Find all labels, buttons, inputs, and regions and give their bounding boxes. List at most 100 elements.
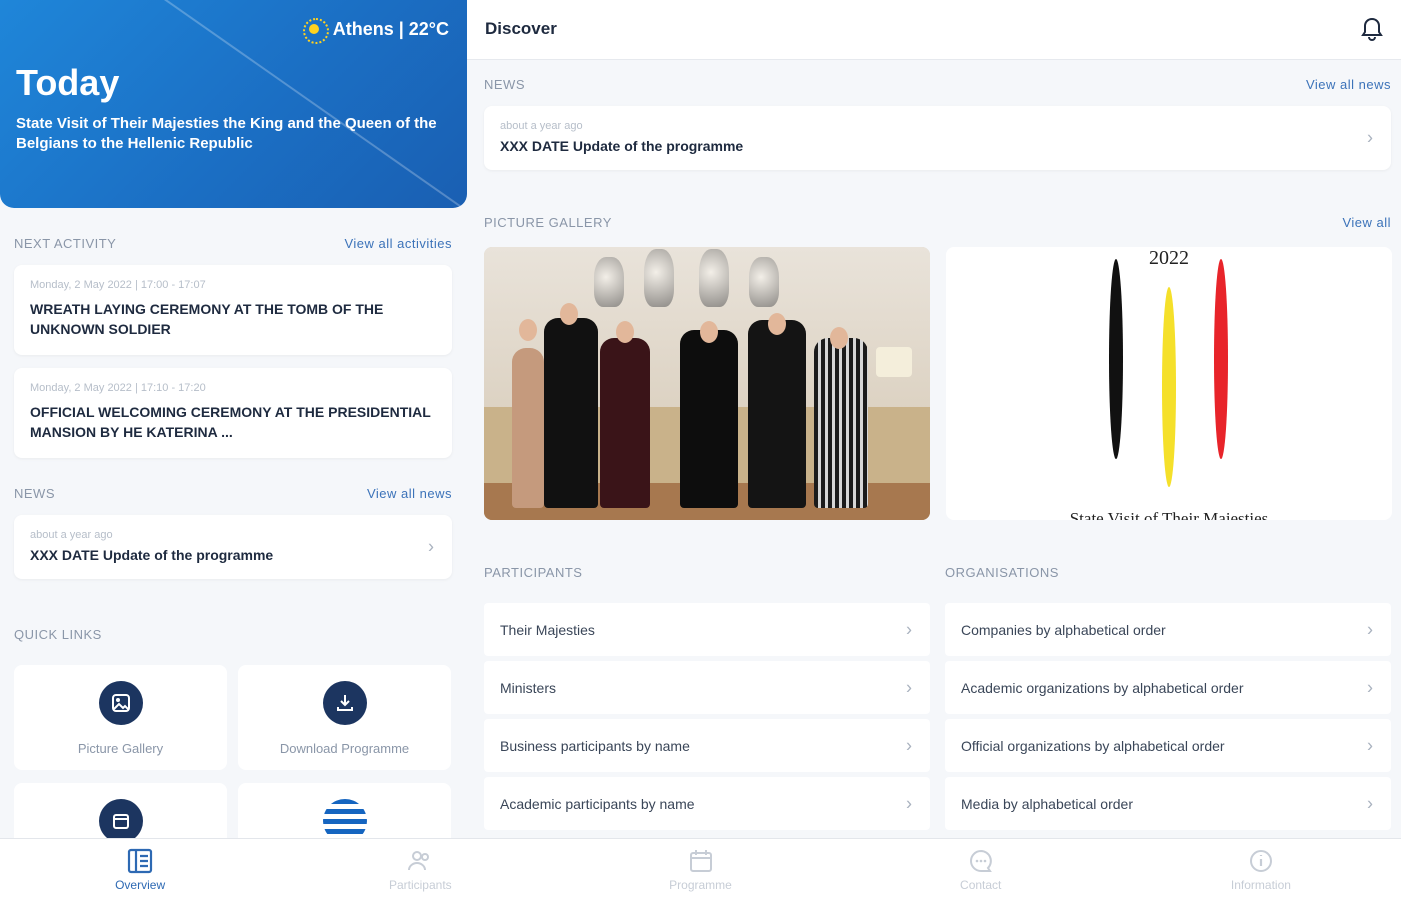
news-card[interactable]: about a year ago XXX DATE Update of the … [484, 106, 1391, 170]
calendar-icon [689, 850, 712, 872]
activity-card[interactable]: Monday, 2 May 2022 | 17:10 - 17:20 OFFIC… [14, 368, 452, 458]
activity-title: WREATH LAYING CEREMONY AT THE TOMB OF TH… [30, 301, 384, 337]
chevron-right-icon: › [1367, 127, 1373, 148]
organisations-item[interactable]: Official organizations by alphabetical o… [945, 719, 1391, 772]
organisations-header: ORGANISATIONS [945, 565, 1391, 580]
overview-icon [127, 848, 153, 874]
chevron-right-icon: › [1367, 619, 1373, 639]
calendar-icon [98, 799, 143, 838]
section-label: ORGANISATIONS [945, 565, 1059, 580]
news-card[interactable]: about a year ago XXX DATE Update of the … [14, 515, 452, 579]
chevron-right-icon: › [906, 677, 912, 697]
app-root: Athens | 22°C Today State Visit of Their… [0, 0, 1401, 900]
participants-item[interactable]: Ministers › [484, 661, 930, 714]
view-all-activities-link[interactable]: View all activities [344, 236, 452, 251]
nav-label: Information [1230, 878, 1291, 892]
activity-title: OFFICIAL WELCOMING CEREMONY AT THE PRESI… [30, 404, 431, 440]
quick-link-picture-gallery[interactable]: Picture Gallery [14, 665, 227, 770]
item-label: Academic organizations by alphabetical o… [961, 679, 1244, 696]
item-label: Their Majesties [500, 621, 595, 638]
nav-tab-overview[interactable]: Overview [0, 839, 280, 900]
overview-panel: Athens | 22°C Today State Visit of Their… [0, 0, 467, 838]
nav-tab-participants[interactable]: Participants [280, 839, 560, 900]
item-label: Official organizations by alphabetical o… [961, 737, 1225, 754]
quick-link-download-programme[interactable]: Download Programme [238, 665, 451, 770]
section-label: NEXT ACTIVITY [14, 236, 117, 251]
nav-label: Participants [388, 878, 452, 892]
next-activity-header: NEXT ACTIVITY View all activities [14, 236, 452, 251]
news-meta: about a year ago [30, 529, 113, 541]
activity-date: Monday, 2 May 2022 | 17:00 - 17:07 [30, 279, 206, 291]
section-label: PICTURE GALLERY [484, 215, 612, 230]
view-all-gallery-link[interactable]: View all [1342, 215, 1391, 230]
chevron-right-icon: › [906, 619, 912, 639]
nav-label: Programme [669, 878, 732, 892]
image-icon [98, 681, 143, 725]
organisations-item[interactable]: Academic organizations by alphabetical o… [945, 661, 1391, 714]
section-label: NEWS [484, 77, 525, 92]
chat-icon [969, 849, 992, 872]
nav-tab-information[interactable]: Information [1121, 839, 1401, 900]
participants-item[interactable]: Academic participants by name › [484, 777, 930, 830]
item-label: Business participants by name [500, 737, 690, 754]
chevron-right-icon: › [906, 735, 912, 755]
gallery-logo-card[interactable]: 2022 State Visit of Their Majesties [946, 247, 1392, 520]
nav-label: Contact [960, 878, 1002, 892]
greek-flag-icon [322, 799, 367, 838]
weather-widget: Athens | 22°C [302, 18, 449, 44]
section-label: NEWS [14, 486, 55, 501]
weather-text: Athens | 22°C [332, 18, 449, 39]
discover-news-header: NEWS View all news [484, 77, 1391, 92]
bottom-nav: Overview Participants Programme Contact … [0, 838, 1401, 900]
quick-link-label: Download Programme [279, 741, 410, 756]
item-label: Media by alphabetical order [961, 795, 1133, 812]
download-icon [322, 681, 367, 725]
participants-item[interactable]: Their Majesties › [484, 603, 930, 656]
gallery-header: PICTURE GALLERY View all [484, 215, 1391, 230]
chevron-right-icon: › [1367, 677, 1373, 697]
view-all-news-link[interactable]: View all news [1306, 77, 1391, 92]
nav-tab-programme[interactable]: Programme [560, 839, 840, 900]
today-hero: Athens | 22°C Today State Visit of Their… [0, 0, 467, 208]
participants-item[interactable]: Business participants by name › [484, 719, 930, 772]
activity-card[interactable]: Monday, 2 May 2022 | 17:00 - 17:07 WREAT… [14, 265, 452, 355]
news-title: XXX DATE Update of the programme [500, 138, 744, 154]
chevron-right-icon: › [906, 793, 912, 813]
item-label: Ministers [500, 679, 557, 696]
item-label: Academic participants by name [500, 795, 695, 812]
logo-year: 2022 [1149, 247, 1189, 269]
nav-label: Overview [115, 878, 166, 892]
section-label: PARTICIPANTS [484, 565, 583, 580]
participants-header: PARTICIPANTS [484, 565, 930, 580]
gallery-photo[interactable] [484, 247, 930, 520]
organisations-item[interactable]: Companies by alphabetical order › [945, 603, 1391, 656]
quick-links-header: QUICK LINKS [14, 627, 452, 642]
quick-link-label: Picture Gallery [77, 741, 164, 756]
chevron-right-icon: › [1367, 793, 1373, 813]
chevron-right-icon: › [428, 536, 434, 557]
discover-panel: Discover NEWS View all news about a year… [467, 0, 1401, 838]
hero-title: Today [16, 62, 120, 103]
news-title: XXX DATE Update of the programme [30, 547, 274, 563]
news-meta: about a year ago [500, 120, 583, 132]
logo-red-stroke [1214, 259, 1228, 459]
view-all-news-link[interactable]: View all news [367, 486, 452, 501]
hero-subtitle: State Visit of Their Majesties the King … [16, 115, 437, 152]
left-news-header: NEWS View all news [14, 486, 452, 501]
notification-bell-icon[interactable] [1359, 16, 1385, 42]
logo-black-stroke [1109, 259, 1123, 459]
chevron-right-icon: › [1367, 735, 1373, 755]
info-icon [1249, 850, 1272, 872]
activity-date: Monday, 2 May 2022 | 17:10 - 17:20 [30, 382, 206, 394]
organisations-item[interactable]: Media by alphabetical order › [945, 777, 1391, 830]
section-label: QUICK LINKS [14, 627, 102, 642]
quick-link-tile[interactable] [14, 783, 227, 838]
item-label: Companies by alphabetical order [961, 621, 1166, 638]
nav-tab-contact[interactable]: Contact [841, 839, 1121, 900]
page-title: Discover [485, 19, 557, 38]
sun-icon [302, 18, 329, 44]
participants-icon [408, 851, 430, 871]
discover-header: Discover [467, 0, 1401, 60]
logo-caption: State Visit of Their Majesties [1069, 509, 1269, 520]
quick-link-tile[interactable] [238, 783, 451, 838]
